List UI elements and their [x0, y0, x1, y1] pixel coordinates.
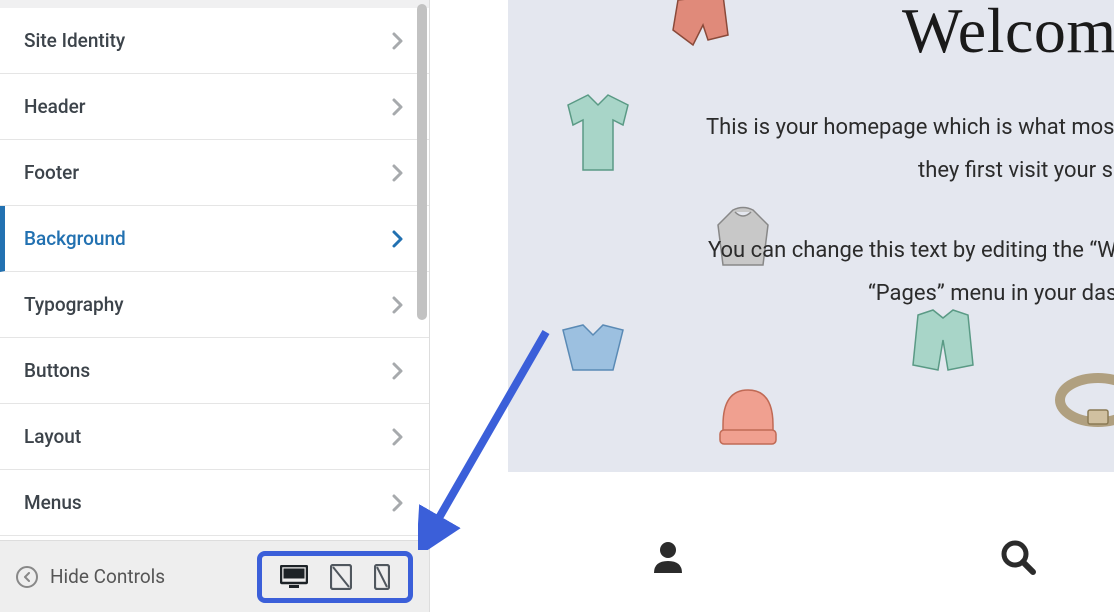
customizer-sidebar: Site Identity Header Footer Background T	[0, 0, 430, 612]
hero-section: Welcom This is your homepage which is wh…	[508, 0, 1114, 472]
sidebar-item-typography[interactable]: Typography	[0, 272, 429, 338]
tablet-icon	[330, 564, 352, 590]
belt-illustration-icon	[1053, 365, 1114, 435]
sidebar-item-label: Typography	[24, 293, 124, 316]
sidebar-item-layout[interactable]: Layout	[0, 404, 429, 470]
sidebar-item-label: Footer	[24, 161, 79, 184]
sidebar-item-header[interactable]: Header	[0, 74, 429, 140]
account-button[interactable]	[648, 537, 688, 577]
hero-text-line-4: “Pages” menu in your dash	[868, 281, 1114, 306]
hero-title: Welcom	[902, 0, 1114, 68]
sidebar-item-label: Menus	[24, 491, 82, 514]
chevron-right-icon	[391, 361, 405, 381]
device-tablet-button[interactable]	[330, 564, 352, 590]
sidebar-top-gap	[0, 0, 429, 8]
shirt-illustration-icon	[558, 320, 628, 380]
scrollbar-thumb[interactable]	[417, 4, 427, 320]
chevron-right-icon	[391, 97, 405, 117]
hide-controls-label: Hide Controls	[50, 565, 165, 588]
device-desktop-button[interactable]	[280, 564, 308, 590]
collapse-left-icon	[16, 566, 38, 588]
sidebar-item-site-identity[interactable]: Site Identity	[0, 8, 429, 74]
desktop-icon	[280, 565, 308, 589]
sidebar-item-label: Layout	[24, 425, 81, 448]
chevron-right-icon	[391, 229, 405, 249]
sidebar-item-label: Background	[24, 227, 126, 250]
search-button[interactable]	[998, 537, 1038, 577]
hero-text-line-1: This is your homepage which is what mos	[706, 115, 1114, 140]
hide-controls-button[interactable]: Hide Controls	[16, 565, 165, 588]
mobile-icon	[374, 564, 390, 590]
chevron-right-icon	[391, 31, 405, 51]
shorts-illustration-icon	[668, 0, 738, 60]
user-icon	[648, 537, 688, 577]
preview-bottom-bar	[508, 502, 1114, 612]
tshirt-illustration-icon	[548, 85, 648, 185]
sidebar-scrollbar[interactable]	[415, 0, 429, 330]
chevron-right-icon	[391, 427, 405, 447]
sidebar-item-footer[interactable]: Footer	[0, 140, 429, 206]
preview-pane: Welcom This is your homepage which is wh…	[460, 0, 1114, 612]
device-preview-buttons	[257, 551, 413, 603]
sidebar-item-menus[interactable]: Menus	[0, 470, 429, 536]
chevron-right-icon	[391, 163, 405, 183]
sidebar-item-background[interactable]: Background	[0, 206, 429, 272]
sidebar-item-label: Site Identity	[24, 29, 125, 52]
hero-text-line-2: they first visit your sh	[918, 158, 1114, 183]
sidebar-item-buttons[interactable]: Buttons	[0, 338, 429, 404]
jacket-illustration-icon	[898, 300, 988, 380]
chevron-right-icon	[391, 493, 405, 513]
search-icon	[998, 537, 1038, 577]
beanie-illustration-icon	[708, 375, 788, 455]
sidebar-item-label: Header	[24, 95, 86, 118]
device-mobile-button[interactable]	[374, 564, 390, 590]
hero-text-line-3: You can change this text by editing the …	[708, 238, 1114, 263]
sidebar-items: Site Identity Header Footer Background T	[0, 8, 429, 536]
sidebar-footer: Hide Controls	[0, 540, 429, 612]
chevron-right-icon	[391, 295, 405, 315]
sidebar-item-label: Buttons	[24, 359, 90, 382]
